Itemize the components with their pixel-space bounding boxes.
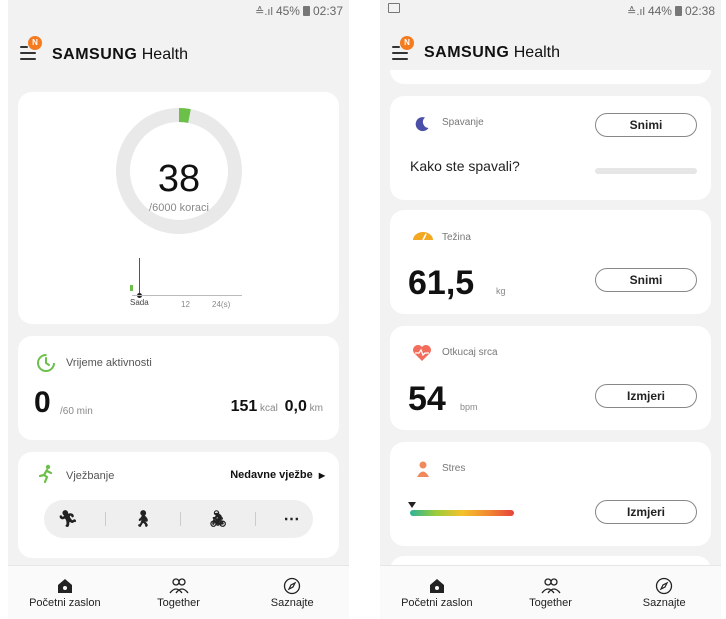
sleep-record-button[interactable]: Snimi [595,113,697,137]
phone-screen-right: ≙.ıl 44% 02:38 N SAMSUNG Health Spavanje… [380,0,721,619]
play-arrow-icon: ▶ [318,471,325,480]
signal-icon: ≙.ıl [255,5,273,18]
previous-card-peek [390,70,711,84]
activity-minutes-value: 0 [34,386,51,419]
exercise-title: Vježbanje [66,470,115,482]
home-icon [57,578,72,593]
km-value: 0,0 [284,398,307,415]
status-time: 02:37 [312,4,343,18]
people-icon [540,577,561,593]
heart-rate-title: Otkucaj srca [442,347,498,358]
heart-rate-measure-button[interactable]: Izmjeri [595,384,697,408]
heart-rate-card[interactable]: Otkucaj srca 54 bpm Izmjeri [390,326,711,430]
kcal-value: 151 [230,398,258,415]
exercise-shortcuts-bar: 🏃︎ 🚶︎ 🚴︎ ⋯ [44,500,313,538]
km-unit: km [309,403,323,414]
gallery-notification-icon [388,3,400,13]
nav-together-label: Together [157,596,200,609]
cycle-shortcut-icon[interactable]: 🚴︎ [208,509,228,529]
compass-icon [656,577,673,594]
timeline-step-bar [130,285,133,291]
timeline-label-12: 12 [181,300,190,309]
weight-record-button[interactable]: Snimi [595,268,697,292]
stress-level-gauge [410,510,514,516]
nav-discover[interactable]: Saznajte [607,566,721,619]
battery-icon [302,6,310,16]
steps-card[interactable]: 38 /6000 koraci Sada 12 24(s) [18,92,339,324]
weight-unit: kg [496,286,506,296]
heart-rate-unit: bpm [460,402,478,412]
status-bar: ≙.ıl 45% 02:37 [8,0,349,24]
steps-timeline-chart: Sada 12 24(s) [118,258,248,310]
app-title: SAMSUNG Health [52,46,188,63]
exercise-card: Vježbanje Nedavne vježbe ▶ 🏃︎ 🚶︎ 🚴︎ ⋯ [18,452,339,558]
battery-percent: 44% [647,4,672,18]
stress-person-icon [417,461,429,477]
nav-together[interactable]: Together [494,566,608,619]
notification-badge: N [400,36,414,50]
home-icon [429,578,444,593]
nav-home[interactable]: Početni zaslon [8,566,122,619]
nav-home-label: Početni zaslon [29,596,101,609]
sleep-card[interactable]: Spavanje Snimi Kako ste spavali? [390,96,711,200]
running-figure-icon [38,464,53,484]
menu-icon [392,46,400,48]
people-icon [168,577,189,593]
app-title: SAMSUNG Health [424,44,560,61]
run-shortcut-icon[interactable]: 🏃︎ [58,509,78,529]
steps-count: 38 [157,158,201,200]
more-shortcuts-button[interactable]: ⋯ [283,509,299,529]
menu-button[interactable]: N [392,36,416,62]
steps-goal: /6000 koraci [149,202,209,214]
notification-badge: N [28,36,42,50]
activity-title: Vrijeme aktivnosti [66,357,152,369]
nav-discover-label: Saznajte [642,596,686,609]
stress-measure-button[interactable]: Izmjeri [595,500,697,524]
weight-value: 61,5 [408,264,475,302]
heart-pulse-icon [413,345,431,361]
activity-energy-distance: 151 kcal 0,0 km [231,398,323,416]
nav-together-label: Together [529,596,572,609]
nav-discover[interactable]: Saznajte [235,566,349,619]
walk-shortcut-icon[interactable]: 🚶︎ [133,509,153,529]
recent-exercises-link[interactable]: Nedavne vježbe ▶ [230,469,325,481]
weight-card[interactable]: Težina 61,5 kg Snimi [390,210,711,314]
timeline-label-24: 24(s) [212,300,231,309]
timeline-label-now: Sada [130,298,149,307]
battery-icon [674,6,682,16]
kcal-unit: kcal [260,403,278,414]
nav-together[interactable]: Together [122,566,236,619]
battery-percent: 45% [275,4,300,18]
phone-screen-left: ≙.ıl 45% 02:37 N SAMSUNG Health 38 /6000… [8,0,349,619]
timeline-marker-line [139,258,140,294]
recent-exercises-label: Nedavne vježbe [230,469,313,481]
menu-button[interactable]: N [20,36,44,62]
status-time: 02:38 [684,4,715,18]
sleep-question: Kako ste spavali? [410,158,520,174]
compass-icon [284,577,301,594]
stress-title: Stres [442,463,466,474]
moon-icon [415,117,429,132]
activity-timer-icon [37,354,55,372]
activity-minutes-unit: /60 min [60,406,93,417]
signal-icon: ≙.ıl [627,5,645,18]
stress-card[interactable]: Stres Izmjeri [390,442,711,546]
status-bar: ≙.ıl 44% 02:38 [380,0,721,24]
bottom-nav: Početni zaslon Together Saznajte [380,565,721,619]
stress-level-marker [408,502,416,508]
activity-card[interactable]: Vrijeme aktivnosti 0 /60 min 151 kcal 0,… [18,336,339,440]
nav-discover-label: Saznajte [270,596,314,609]
nav-home[interactable]: Početni zaslon [380,566,494,619]
app-bar: N SAMSUNG Health [8,30,349,80]
nav-home-label: Početni zaslon [401,596,473,609]
weight-scale-icon [413,232,433,241]
bottom-nav: Početni zaslon Together Saznajte [8,565,349,619]
menu-icon [20,46,28,48]
sleep-placeholder-bar [595,168,697,174]
weight-title: Težina [442,232,471,243]
heart-rate-value: 54 [408,380,446,418]
sleep-title: Spavanje [442,117,484,128]
timeline-axis [132,295,242,296]
